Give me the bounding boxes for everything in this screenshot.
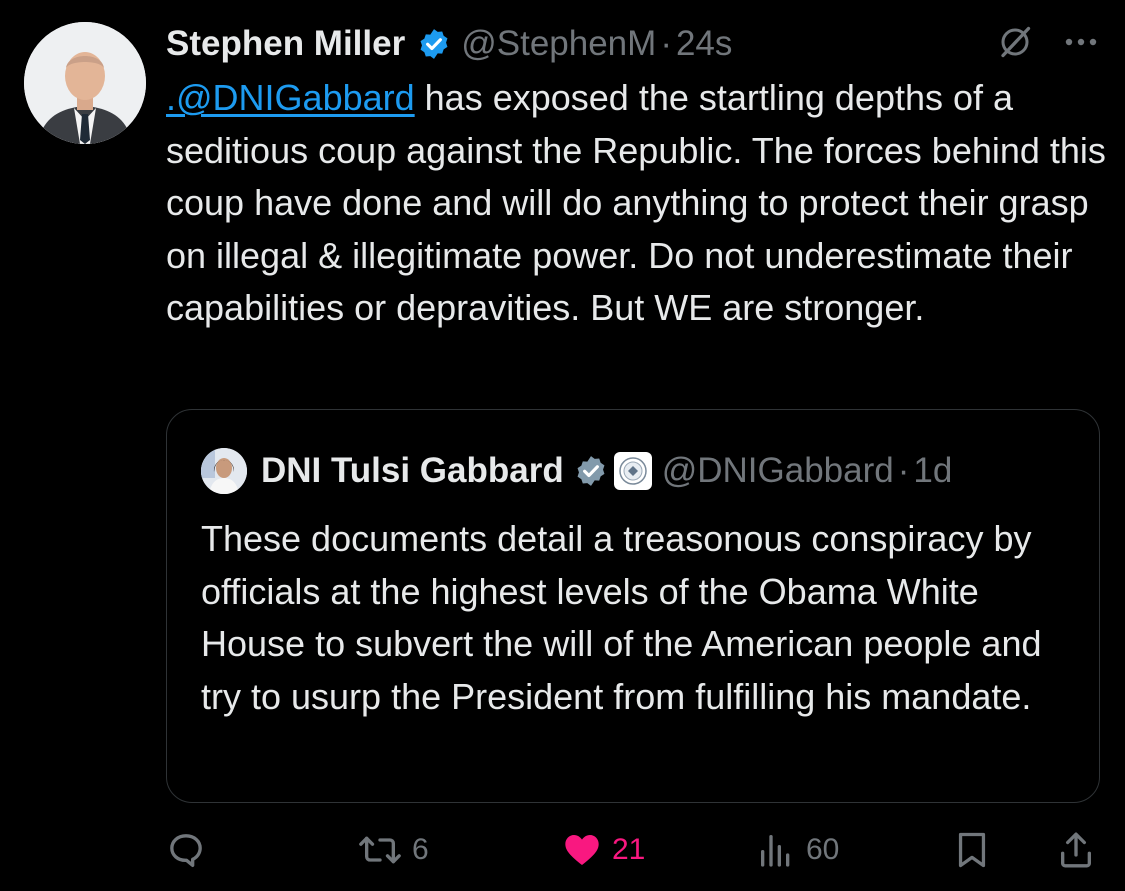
meta-separator: · [660,24,672,63]
quoted-author-handle[interactable]: @DNIGabbard [662,451,894,490]
reply-button[interactable] [166,830,216,870]
tweet-header: Stephen Miller @StephenM · 24s [166,20,732,68]
views-icon [756,830,796,870]
quoted-tweet-meta: @DNIGabbard · 1d [662,451,953,491]
quoted-tweet-timestamp[interactable]: 1d [913,451,952,490]
view-count: 60 [806,833,840,866]
bookmark-button[interactable] [954,830,990,870]
quoted-author-avatar[interactable] [201,448,247,494]
grok-icon[interactable] [997,24,1033,60]
share-icon [1056,830,1096,870]
retweet-button[interactable]: 6 [358,830,429,870]
quoted-author-name[interactable]: DNI Tulsi Gabbard [261,451,564,491]
tweet-meta: @StephenM · 24s [461,24,732,64]
tweet-timestamp[interactable]: 24s [676,24,732,63]
retweet-icon [358,830,402,870]
tweet-top-actions [997,24,1101,60]
tweet-action-bar: 6 21 60 [0,822,1125,878]
share-button[interactable] [1056,830,1096,870]
author-handle[interactable]: @StephenM [461,24,656,63]
quoted-tweet-card[interactable]: DNI Tulsi Gabbard @DNIGabbard · 1d These d… [166,409,1100,803]
more-dots-icon[interactable] [1061,24,1101,60]
heart-icon [562,830,602,870]
author-name[interactable]: Stephen Miller [166,24,405,64]
verified-badge-icon[interactable] [417,27,451,61]
mention-link[interactable]: .@DNIGabbard [166,77,415,118]
like-count: 21 [612,833,646,866]
like-button[interactable]: 21 [562,830,645,870]
agency-seal-icon[interactable] [613,452,652,490]
reply-icon [166,830,206,870]
quoted-tweet-header: DNI Tulsi Gabbard @DNIGabbard · 1d [201,448,952,494]
tweet-text: .@DNIGabbard has exposed the startling d… [166,72,1106,335]
quoted-meta-separator: · [897,451,910,490]
retweet-count: 6 [412,833,429,866]
gray-verified-badge-icon[interactable] [574,454,608,488]
author-avatar[interactable] [24,22,146,144]
views-button[interactable]: 60 [756,830,839,870]
quoted-tweet-text: These documents detail a treasonous cons… [201,518,1042,717]
bookmark-icon [954,830,990,870]
